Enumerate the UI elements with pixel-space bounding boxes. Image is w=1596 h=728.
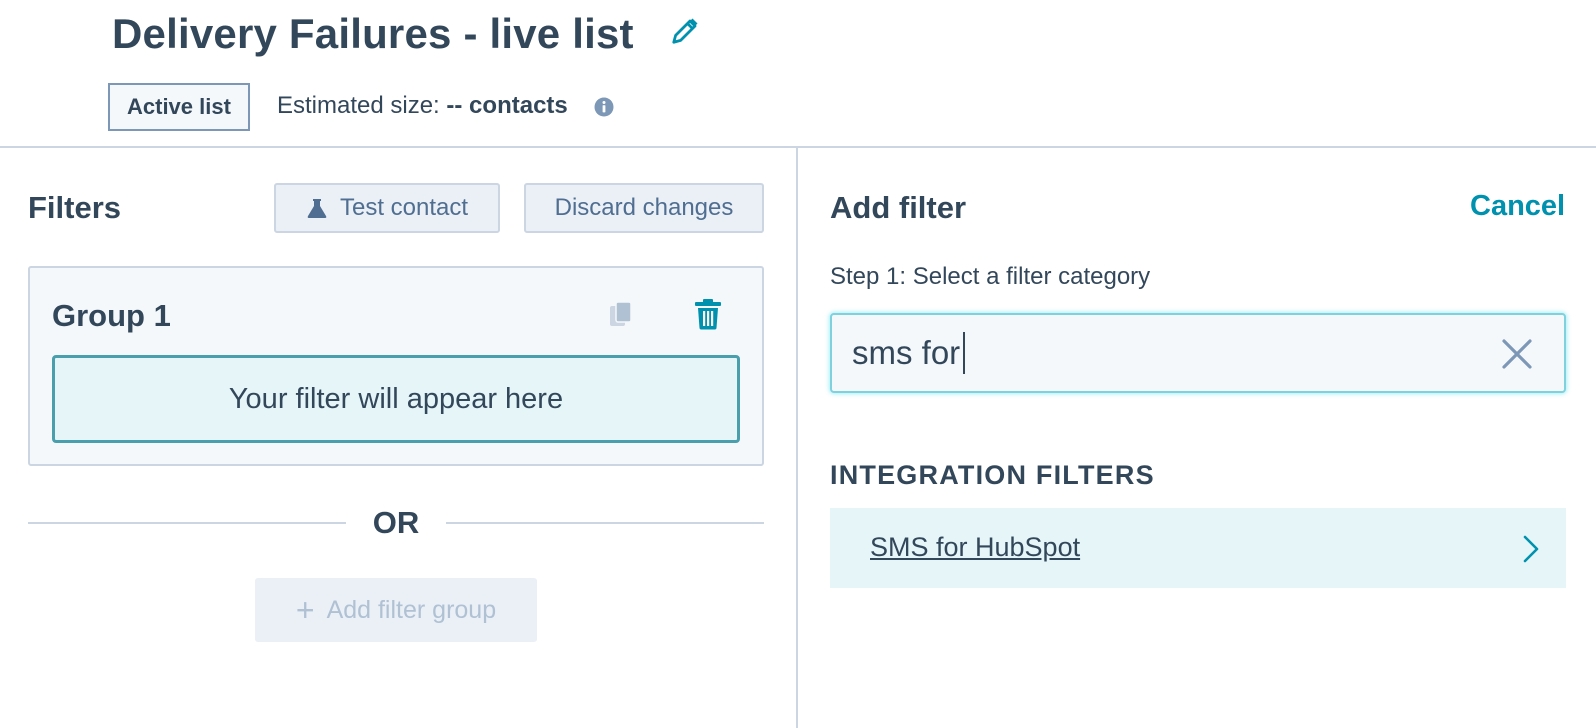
- pencil-edit-icon[interactable]: [670, 16, 700, 46]
- or-divider-right: [446, 522, 764, 524]
- cancel-button[interactable]: Cancel: [1470, 190, 1565, 223]
- info-icon[interactable]: [594, 97, 614, 117]
- close-icon[interactable]: [1500, 337, 1534, 371]
- clone-icon[interactable]: [608, 300, 634, 330]
- plus-icon: +: [295, 592, 315, 628]
- group-title: Group 1: [52, 298, 171, 333]
- discard-changes-button[interactable]: Discard changes: [524, 183, 764, 233]
- estimated-size: Estimated size: -- contacts: [277, 92, 568, 120]
- estimated-size-value: -- contacts: [446, 92, 568, 119]
- filter-category-row[interactable]: SMS for HubSpot: [830, 508, 1566, 588]
- add-filter-title: Add filter: [830, 190, 967, 225]
- estimated-size-label: Estimated size:: [277, 92, 440, 119]
- chevron-right-icon: [1523, 535, 1539, 563]
- filter-group: Group 1 Your filter will appear here: [28, 266, 764, 466]
- trash-icon[interactable]: [694, 298, 722, 330]
- filter-category-label[interactable]: SMS for HubSpot: [870, 532, 1080, 563]
- step-label: Step 1: Select a filter category: [830, 263, 1151, 290]
- or-divider-left: [28, 522, 346, 524]
- or-separator: OR: [372, 505, 420, 540]
- flask-icon: [307, 199, 327, 218]
- filter-search-box[interactable]: [830, 313, 1566, 393]
- add-filter-group-label: Add filter group: [326, 595, 497, 624]
- list-type-badge: Active list: [108, 83, 250, 131]
- section-heading: INTEGRATION FILTERS: [830, 460, 1155, 490]
- test-contact-button[interactable]: Test contact: [274, 183, 500, 233]
- list-header: Delivery Failures - live list Active lis…: [0, 0, 1596, 148]
- filter-search-input[interactable]: [852, 331, 1452, 375]
- filter-placeholder: Your filter will appear here: [52, 355, 740, 443]
- panel-divider: [796, 148, 798, 728]
- add-filter-group-button[interactable]: + Add filter group: [255, 578, 537, 642]
- filters-title: Filters: [28, 190, 122, 225]
- test-contact-label: Test contact: [339, 194, 469, 221]
- text-caret: [963, 332, 965, 374]
- page-title: Delivery Failures - live list: [112, 10, 634, 57]
